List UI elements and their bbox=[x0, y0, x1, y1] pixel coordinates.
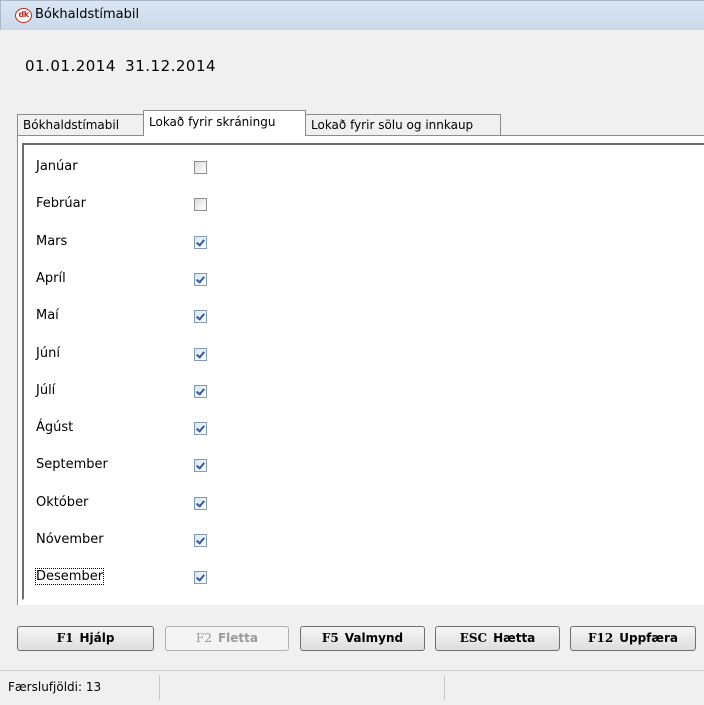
month-row: Október bbox=[24, 495, 624, 521]
record-count: Færslufjöldi: 13 bbox=[8, 680, 102, 694]
menu-label: Valmynd bbox=[344, 631, 404, 645]
month-row: Mars bbox=[24, 234, 624, 260]
month-label: Ágúst bbox=[36, 420, 74, 436]
month-label: Apríl bbox=[36, 270, 66, 286]
status-bar: Færslufjöldi: 13 bbox=[0, 670, 704, 705]
month-row: Nóvember bbox=[24, 532, 624, 558]
help-label: Hjálp bbox=[79, 631, 115, 645]
month-checkbox-checked[interactable] bbox=[194, 459, 207, 473]
month-label: Júní bbox=[36, 345, 60, 361]
month-checkbox-checked[interactable] bbox=[194, 310, 207, 324]
month-label: Október bbox=[36, 494, 89, 510]
month-label: Febrúar bbox=[36, 196, 86, 212]
status-cell-2 bbox=[160, 675, 445, 700]
tab-lokad-fyrir-solu-og-innkaup[interactable]: Lokað fyrir sölu og innkaup bbox=[305, 114, 501, 135]
tab-lokad-fyrir-skraningu[interactable]: Lokað fyrir skráningu bbox=[143, 110, 306, 136]
status-cell-3 bbox=[445, 675, 704, 700]
period-from: 01.01.2014 bbox=[25, 57, 116, 75]
month-checkbox-checked[interactable] bbox=[194, 496, 207, 510]
month-row: Maí bbox=[24, 308, 624, 334]
month-row: Júní bbox=[24, 346, 624, 372]
browse-button[interactable]: F2 Fletta bbox=[165, 626, 289, 651]
update-button[interactable]: F12 Uppfæra bbox=[570, 626, 696, 651]
month-checkbox-unchecked[interactable] bbox=[194, 161, 207, 174]
cancel-label: Hætta bbox=[493, 631, 536, 645]
button-bar: F1 Hjálp F2 Fletta F5 Valmynd ESC Hætta F12 U… bbox=[0, 605, 704, 670]
period-to: 31.12.2014 bbox=[125, 57, 217, 75]
update-key: F12 bbox=[588, 631, 614, 645]
app-logo-icon: dk bbox=[15, 8, 32, 23]
month-label: September bbox=[36, 457, 108, 473]
tab-bokhaldstimabil[interactable]: Bókhaldstímabil bbox=[17, 114, 144, 135]
month-row: Apríl bbox=[24, 271, 624, 297]
title-bar: dk Bókhaldstímabil bbox=[0, 0, 704, 30]
browse-label: Fletta bbox=[217, 631, 258, 645]
month-row: Júlí bbox=[24, 383, 624, 409]
tab-panel: Janúar Febrúar Mars Apríl Maí Júní Júlí Ágúst Se… bbox=[17, 135, 704, 605]
month-checkbox-checked[interactable] bbox=[194, 422, 207, 436]
month-row: Ágúst bbox=[24, 420, 624, 446]
menu-button[interactable]: F5 Valmynd bbox=[300, 626, 425, 651]
month-checkbox-checked[interactable] bbox=[194, 571, 207, 585]
status-cell-records: Færslufjöldi: 13 bbox=[0, 675, 160, 700]
browse-key: F2 bbox=[196, 631, 212, 645]
month-checkbox-checked[interactable] bbox=[194, 384, 207, 398]
months-panel: Janúar Febrúar Mars Apríl Maí Júní Júlí Ágúst Se… bbox=[22, 143, 704, 600]
menu-key: F5 bbox=[321, 631, 339, 645]
month-row: Febrúar bbox=[24, 196, 624, 222]
help-button[interactable]: F1 Hjálp bbox=[17, 626, 154, 651]
month-row: Janúar bbox=[24, 159, 624, 185]
month-checkbox-checked[interactable] bbox=[194, 347, 207, 361]
month-label: Nóvember bbox=[36, 532, 104, 547]
cancel-button[interactable]: ESC Hætta bbox=[435, 626, 560, 651]
cancel-key: ESC bbox=[459, 631, 488, 645]
app-window: dk Bókhaldstímabil 01.01.2014 31.12.2014… bbox=[0, 0, 704, 705]
window-title: Bókhaldstímabil bbox=[35, 7, 140, 22]
month-checkbox-unchecked[interactable] bbox=[194, 198, 207, 212]
month-label: Mars bbox=[36, 233, 68, 249]
month-checkbox-checked[interactable] bbox=[194, 534, 207, 547]
period-range: 01.01.2014 31.12.2014 bbox=[25, 57, 220, 75]
month-checkbox-checked[interactable] bbox=[194, 272, 207, 286]
month-row: September bbox=[24, 457, 624, 483]
month-label: Júlí bbox=[36, 382, 56, 398]
month-row: Desember bbox=[24, 568, 624, 595]
month-label: Desember bbox=[34, 568, 105, 586]
month-label: Maí bbox=[36, 308, 59, 324]
month-checkbox-checked[interactable] bbox=[194, 235, 207, 249]
update-label: Uppfæra bbox=[619, 631, 678, 645]
help-key: F1 bbox=[56, 631, 74, 645]
month-label: Janúar bbox=[36, 159, 78, 174]
